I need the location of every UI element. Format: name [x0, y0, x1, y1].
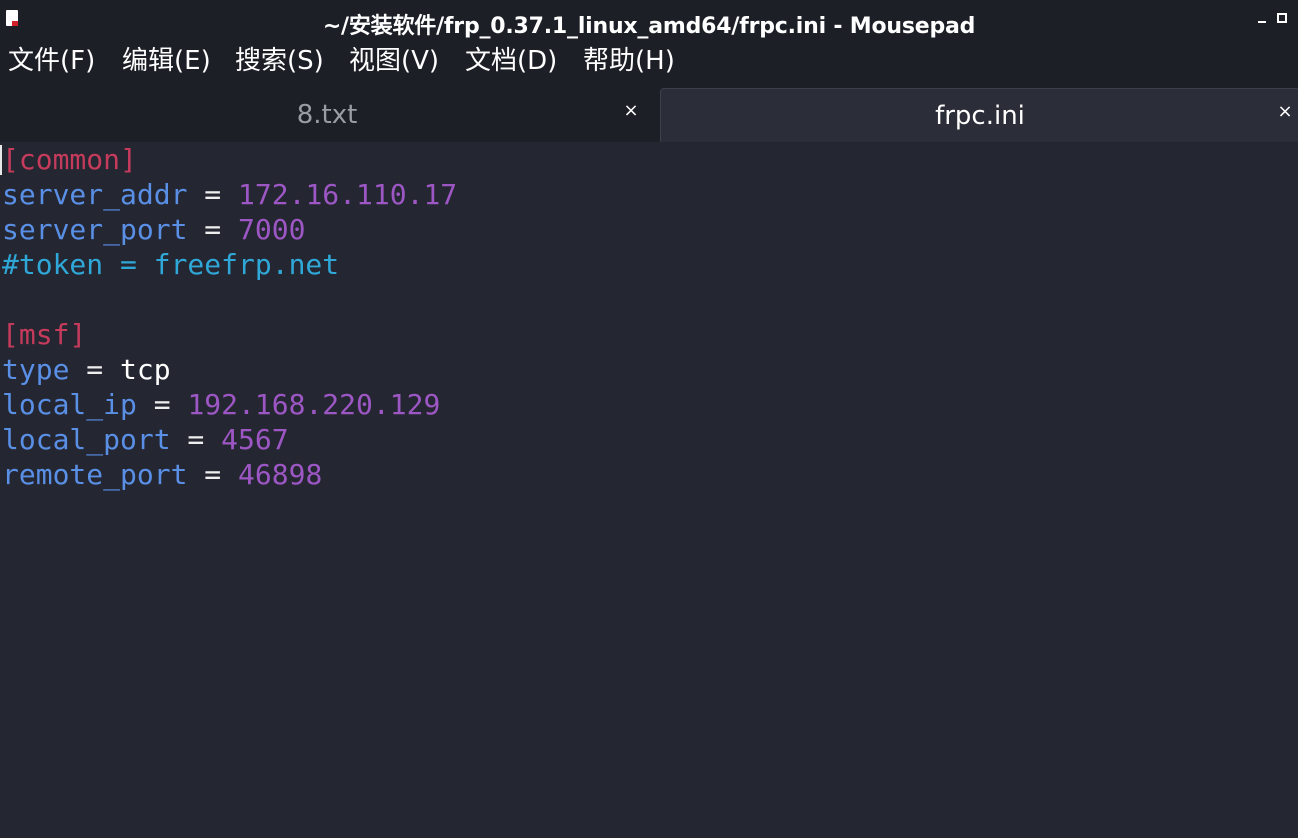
code-line[interactable]: #token = freefrp.net — [2, 247, 457, 282]
code-line[interactable]: remote_port = 46898 — [2, 457, 457, 492]
value-token: 172.16.110.17 — [238, 178, 458, 211]
operator-token: = — [69, 353, 121, 386]
code-content[interactable]: [common] server_addr = 172.16.110.17 serve… — [2, 142, 457, 492]
code-line[interactable]: server_port = 7000 — [2, 212, 457, 247]
menu-file[interactable]: 文件(F) — [8, 46, 95, 76]
mousepad-window: ~/安装软件/frp_0.37.1_linux_amd64/frpc.ini -… — [0, 0, 1298, 838]
menu-view[interactable]: 视图(V) — [349, 46, 439, 76]
operator-token: = — [187, 213, 239, 246]
menu-bar: 文件(F) 编辑(E) 搜索(S) 视图(V) 文档(D) 帮助(H) — [0, 40, 1298, 84]
value-token: 46898 — [238, 458, 323, 491]
close-tab-icon[interactable]: × — [1276, 103, 1294, 121]
text-editor-area[interactable]: [common] server_addr = 172.16.110.17 serve… — [0, 142, 1298, 838]
tab-bar: 8.txt × frpc.ini × — [0, 84, 1298, 143]
menu-help[interactable]: 帮助(H) — [583, 46, 675, 76]
section-token: [common] — [2, 143, 137, 176]
tab-frpc-ini[interactable]: frpc.ini × — [660, 88, 1298, 143]
code-line[interactable]: [common] — [2, 142, 457, 177]
menu-edit[interactable]: 编辑(E) — [122, 46, 211, 76]
code-line[interactable]: type = tcp — [2, 352, 457, 387]
maximize-icon[interactable] — [1276, 12, 1288, 24]
operator-token: = — [187, 178, 239, 211]
close-tab-icon[interactable]: × — [622, 102, 640, 120]
comment-token: #token = freefrp.net — [2, 248, 340, 281]
window-title: ~/安装软件/frp_0.37.1_linux_amd64/frpc.ini -… — [322, 14, 976, 39]
value-token: 4567 — [221, 423, 289, 456]
title-bar[interactable]: ~/安装软件/frp_0.37.1_linux_amd64/frpc.ini -… — [0, 0, 1298, 40]
value-token: 7000 — [238, 213, 306, 246]
operator-token: = — [136, 388, 188, 421]
code-line[interactable]: local_port = 4567 — [2, 422, 457, 457]
key-token: server_addr — [2, 178, 188, 211]
code-line[interactable]: [msf] — [2, 317, 457, 352]
key-token: remote_port — [2, 458, 188, 491]
key-token: local_port — [2, 423, 171, 456]
menu-search[interactable]: 搜索(S) — [235, 46, 324, 76]
key-token: type — [2, 353, 70, 386]
section-token: [msf] — [2, 318, 87, 351]
key-token: server_port — [2, 213, 188, 246]
key-token: local_ip — [2, 388, 137, 421]
value-token: 192.168.220.129 — [187, 388, 441, 421]
operator-token: = — [187, 458, 239, 491]
tab-label: 8.txt — [296, 100, 358, 130]
code-line[interactable]: local_ip = 192.168.220.129 — [2, 387, 457, 422]
code-line[interactable]: server_addr = 172.16.110.17 — [2, 177, 457, 212]
minimize-icon[interactable] — [1256, 12, 1268, 24]
code-line[interactable] — [2, 282, 457, 317]
tab-label: frpc.ini — [935, 101, 1025, 131]
tab-8-txt[interactable]: 8.txt × — [0, 88, 654, 142]
value-token: tcp — [120, 353, 171, 386]
operator-token: = — [170, 423, 222, 456]
menu-document[interactable]: 文档(D) — [465, 46, 557, 76]
